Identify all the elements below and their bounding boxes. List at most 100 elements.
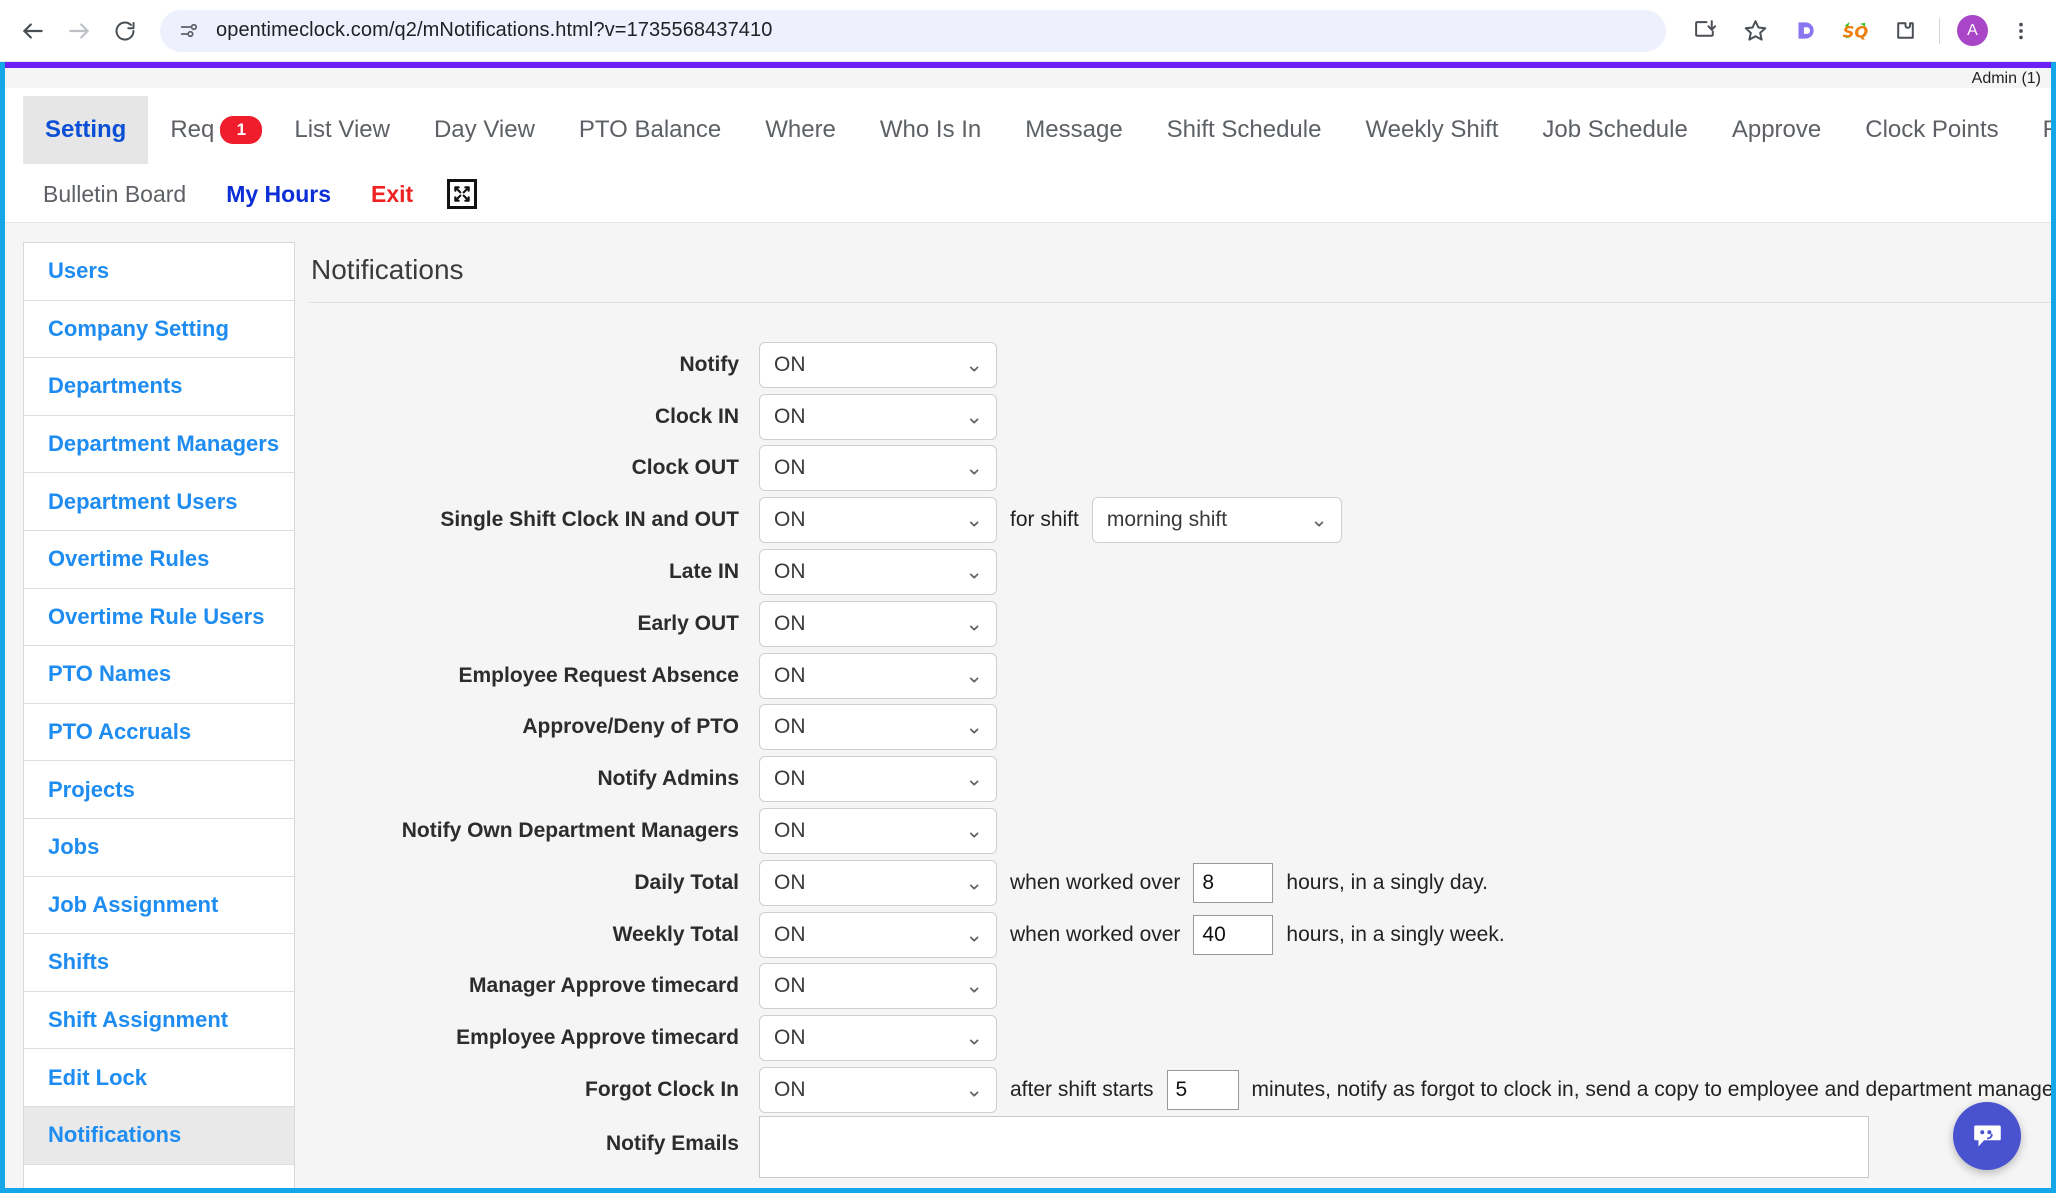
select-value: ON	[774, 352, 806, 376]
select-value: ON	[774, 767, 806, 791]
star-icon[interactable]	[1733, 9, 1777, 53]
sidebar-item-pto-names[interactable]: PTO Names	[24, 646, 294, 704]
sq-extension-icon[interactable]: SQ	[1833, 9, 1877, 53]
chevron-down-icon: ⌄	[965, 974, 983, 998]
row-label: Early OUT	[637, 611, 739, 635]
chevron-down-icon: ⌄	[965, 405, 983, 429]
manager-approve-timecard-select[interactable]: ON ⌄	[759, 963, 997, 1010]
content-area: Users Company Setting Departments Depart…	[5, 224, 2051, 1188]
tab-label: Setting	[45, 116, 127, 143]
sidebar-item-users[interactable]: Users	[24, 243, 294, 301]
site-settings-icon[interactable]	[176, 18, 202, 44]
notify-admins-select[interactable]: ON ⌄	[759, 756, 997, 803]
daily-total-select[interactable]: ON ⌄	[759, 859, 997, 906]
sidebar-item-edit-lock[interactable]: Edit Lock	[24, 1049, 294, 1107]
early-out-select[interactable]: ON ⌄	[759, 600, 997, 647]
subnav-bulletin-board[interactable]: Bulletin Board	[23, 181, 206, 208]
row-employee-approve-timecard: Employee Approve timecard ON ⌄	[309, 1012, 2051, 1064]
notify-own-dept-managers-select[interactable]: ON ⌄	[759, 808, 997, 855]
row-label: Daily Total	[634, 870, 739, 894]
sidebar-item-projects[interactable]: Projects	[24, 761, 294, 819]
daily-total-hours-input[interactable]: 8	[1193, 862, 1274, 903]
tab-approve[interactable]: Approve	[1710, 96, 1843, 164]
chevron-down-icon: ⌄	[965, 508, 983, 532]
tab-shift-schedule[interactable]: Shift Schedule	[1145, 96, 1344, 164]
back-arrow-icon[interactable]	[10, 8, 56, 54]
subnav-exit[interactable]: Exit	[351, 181, 433, 208]
tab-clock-points[interactable]: Clock Points	[1843, 96, 2020, 164]
sidebar-item-jobs[interactable]: Jobs	[24, 819, 294, 877]
install-app-icon[interactable]	[1683, 9, 1727, 53]
row-label: Forgot Clock In	[585, 1078, 739, 1102]
sidebar-item-departments[interactable]: Departments	[24, 358, 294, 416]
tab-setting[interactable]: Setting	[23, 96, 149, 164]
sidebar-item-shift-assignment[interactable]: Shift Assignment	[24, 992, 294, 1050]
weekly-total-select[interactable]: ON ⌄	[759, 911, 997, 958]
kebab-menu-icon[interactable]	[1999, 9, 2043, 53]
puzzle-extensions-icon[interactable]	[1883, 9, 1927, 53]
chat-bubble-icon[interactable]	[1953, 1102, 2021, 1170]
tab-day-view[interactable]: Day View	[412, 96, 557, 164]
notify-select[interactable]: ON ⌄	[759, 341, 997, 388]
forgot-clock-in-minutes-input[interactable]: 5	[1166, 1070, 1239, 1111]
single-shift-select[interactable]: ON ⌄	[759, 497, 997, 544]
tab-req[interactable]: Req 1	[148, 96, 272, 164]
employee-request-absence-select[interactable]: ON ⌄	[759, 652, 997, 699]
forward-arrow-icon[interactable]	[56, 8, 102, 54]
fullscreen-expand-icon[interactable]	[447, 179, 478, 209]
notify-emails-input[interactable]	[759, 1115, 1869, 1178]
sidebar-item-shifts[interactable]: Shifts	[24, 934, 294, 992]
row-early-out: Early OUT ON ⌄	[309, 598, 2051, 650]
tab-who-is-in[interactable]: Who Is In	[858, 96, 1003, 164]
select-value: ON	[774, 974, 806, 998]
subnav-my-hours[interactable]: My Hours	[206, 181, 351, 208]
address-bar[interactable]: opentimeclock.com/q2/mNotifications.html…	[160, 9, 1666, 52]
tab-where[interactable]: Where	[743, 96, 858, 164]
tab-label: Where	[765, 116, 836, 143]
sidebar-item-overtime-rule-users[interactable]: Overtime Rule Users	[24, 589, 294, 647]
sidebar-item-label: Overtime Rule Users	[48, 603, 265, 629]
select-value: ON	[774, 922, 806, 946]
tab-reports[interactable]: Reports	[2021, 96, 2051, 164]
sidebar-item-label: Company Setting	[48, 315, 229, 341]
chevron-down-icon: ⌄	[965, 767, 983, 791]
sidebar-item-job-assignment[interactable]: Job Assignment	[24, 877, 294, 935]
reload-icon[interactable]	[102, 8, 148, 54]
tab-label: Day View	[433, 116, 535, 143]
select-value: ON	[774, 560, 806, 584]
row-weekly-total: Weekly Total ON ⌄ when worked over 40 ho…	[309, 909, 2051, 961]
select-value: ON	[774, 1026, 806, 1050]
url-text: opentimeclock.com/q2/mNotifications.html…	[216, 19, 773, 41]
row-label: Manager Approve timecard	[469, 974, 739, 998]
req-count-badge: 1	[220, 116, 263, 144]
row-label: Employee Request Absence	[458, 663, 740, 687]
approve-deny-pto-select[interactable]: ON ⌄	[759, 704, 997, 751]
primary-tabs: Setting Req 1 List View Day View PTO Bal…	[23, 96, 2051, 164]
tab-pto-balance[interactable]: PTO Balance	[557, 96, 743, 164]
tab-list-view[interactable]: List View	[272, 96, 412, 164]
employee-approve-timecard-select[interactable]: ON ⌄	[759, 1015, 997, 1062]
forgot-clock-in-select[interactable]: ON ⌄	[759, 1067, 997, 1114]
sidebar-item-department-users[interactable]: Department Users	[24, 473, 294, 531]
d-extension-icon[interactable]	[1783, 9, 1827, 53]
clock-out-select[interactable]: ON ⌄	[759, 445, 997, 492]
weekly-total-hours-input[interactable]: 40	[1193, 914, 1274, 955]
sidebar-item-notifications[interactable]: Notifications	[24, 1106, 294, 1165]
late-in-select[interactable]: ON ⌄	[759, 549, 997, 596]
clock-in-select[interactable]: ON ⌄	[759, 393, 997, 440]
tab-job-schedule[interactable]: Job Schedule	[1520, 96, 1709, 164]
shift-select[interactable]: morning shift ⌄	[1091, 497, 1342, 544]
sidebar-item-department-managers[interactable]: Department Managers	[24, 416, 294, 474]
forgot-clock-in-pre-text: after shift starts	[1010, 1078, 1154, 1102]
tab-label: List View	[294, 116, 390, 143]
daily-total-post-text: hours, in a singly day.	[1286, 870, 1488, 894]
avatar[interactable]: A	[1957, 15, 1988, 46]
sidebar-item-pto-accruals[interactable]: PTO Accruals	[24, 704, 294, 762]
row-label: Clock OUT	[631, 456, 739, 480]
sidebar-item-overtime-rules[interactable]: Overtime Rules	[24, 531, 294, 589]
tab-weekly-shift[interactable]: Weekly Shift	[1343, 96, 1520, 164]
sidebar-item-company-setting[interactable]: Company Setting	[24, 301, 294, 359]
sidebar-item-partial[interactable]	[24, 1165, 294, 1189]
tab-message[interactable]: Message	[1003, 96, 1144, 164]
tab-label: PTO Balance	[578, 116, 722, 143]
